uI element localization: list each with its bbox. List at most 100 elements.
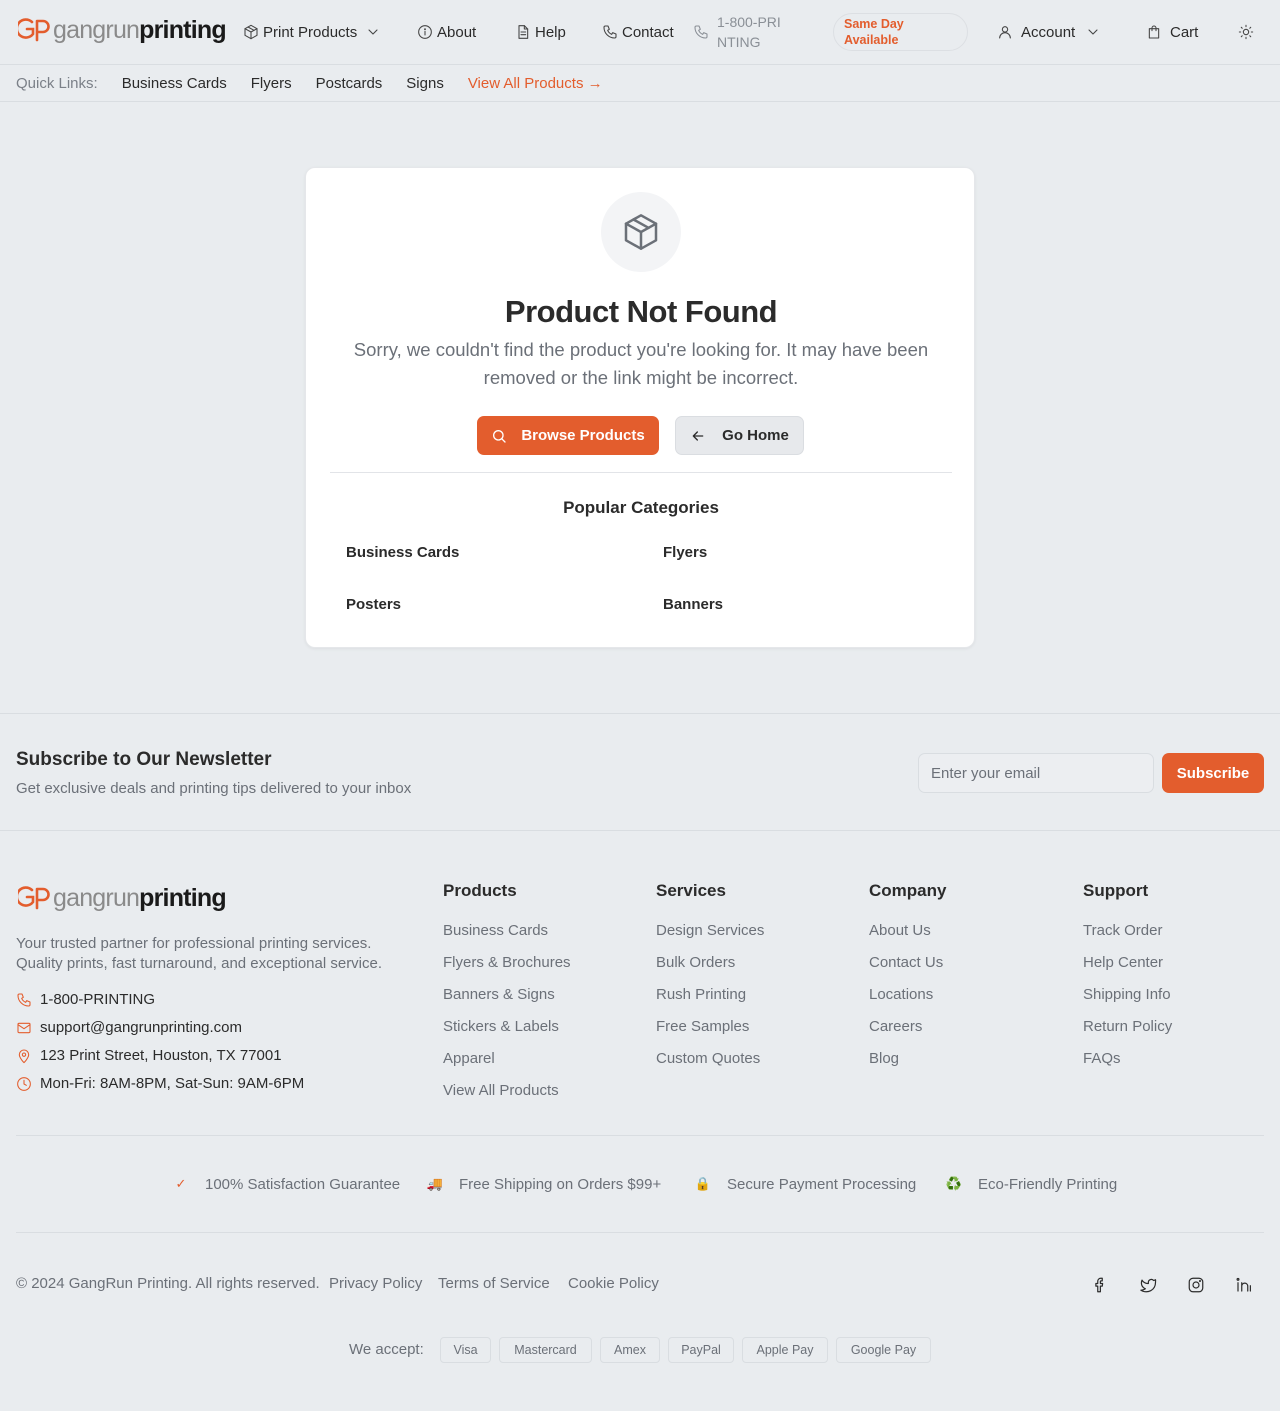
sun-icon: [1238, 24, 1254, 40]
footer-contact-phone[interactable]: 1-800-PRINTING: [16, 991, 155, 1008]
browse-products-button[interactable]: Browse Products: [477, 416, 659, 455]
quick-link-flyers[interactable]: Flyers: [251, 75, 292, 92]
footer-link[interactable]: Bulk Orders: [656, 954, 735, 971]
footer-contact-email[interactable]: support@gangrunprinting.com: [16, 1019, 242, 1036]
footer-link[interactable]: Stickers & Labels: [443, 1018, 559, 1035]
quick-link-postcards[interactable]: Postcards: [316, 75, 383, 92]
footer-link[interactable]: Banners & Signs: [443, 986, 555, 1003]
nav-print-products[interactable]: Print Products: [243, 0, 381, 64]
footer-link[interactable]: Contact Us: [869, 954, 943, 971]
trust-badge-text: 100% Satisfaction Guarantee: [205, 1175, 401, 1193]
arrow-left-icon: [690, 428, 706, 444]
terms-of-service-link[interactable]: Terms of Service: [438, 1275, 550, 1292]
cookie-policy-link[interactable]: Cookie Policy: [568, 1275, 659, 1292]
package-icon: [621, 212, 661, 252]
nav-cart[interactable]: Cart: [1146, 0, 1198, 64]
subscribe-button[interactable]: Subscribe: [1162, 753, 1264, 793]
payment-paypal-badge: PayPal: [668, 1337, 734, 1363]
footer-link[interactable]: Return Policy: [1083, 1018, 1172, 1035]
footer-link[interactable]: Careers: [869, 1018, 922, 1035]
footer-link[interactable]: FAQs: [1083, 1050, 1121, 1067]
nav-contact-label: Contact: [622, 23, 674, 41]
logo-mark-icon: [18, 884, 52, 912]
footer-link[interactable]: Design Services: [656, 922, 764, 939]
trust-badge-text: Eco-Friendly Printing: [978, 1175, 1118, 1193]
truck-icon: 🚚: [426, 1176, 444, 1191]
shopping-bag-icon: [1146, 24, 1162, 40]
search-icon: [491, 428, 507, 444]
nav-help-label: Help: [535, 23, 566, 41]
site-logo[interactable]: gangrunprinting: [18, 16, 227, 44]
category-posters[interactable]: Posters: [346, 596, 401, 613]
nav-account-label: Account: [1021, 23, 1076, 41]
nav-contact[interactable]: Contact: [602, 0, 674, 64]
header-phone[interactable]: 1-800-PRINTING: [693, 12, 803, 52]
footer-link[interactable]: About Us: [869, 922, 931, 939]
facebook-icon[interactable]: [1091, 1276, 1109, 1294]
theme-toggle-button[interactable]: [1238, 0, 1258, 64]
footer-col-products-title: Products: [443, 881, 517, 900]
privacy-policy-link[interactable]: Privacy Policy: [329, 1275, 422, 1292]
footer-contact-address: 123 Print Street, Houston, TX 77001: [16, 1047, 282, 1064]
trust-badge-text: Secure Payment Processing: [727, 1175, 917, 1193]
category-business-cards[interactable]: Business Cards: [346, 544, 459, 561]
nav-about-label: About: [437, 23, 477, 41]
site-header: gangrunprinting Print Products About Hel…: [0, 0, 1280, 65]
popular-categories-title: Popular Categories: [563, 498, 719, 517]
trust-badge-secure: 🔒 Secure Payment Processing: [693, 1174, 916, 1194]
footer-link[interactable]: Free Samples: [656, 1018, 749, 1035]
nav-about[interactable]: About: [417, 0, 476, 64]
recycle-icon: ♻️: [945, 1176, 963, 1191]
trust-badge-eco: ♻️ Eco-Friendly Printing: [944, 1174, 1117, 1194]
footer-link[interactable]: Business Cards: [443, 922, 548, 939]
footer-logo[interactable]: gangrunprinting: [18, 884, 227, 912]
newsletter-email-input[interactable]: [918, 753, 1154, 793]
footer-link[interactable]: View All Products: [443, 1082, 559, 1099]
trust-badge-satisfaction: ✓ 100% Satisfaction Guarantee: [171, 1174, 401, 1194]
logo-mark-icon: [18, 16, 52, 44]
footer-link[interactable]: Blog: [869, 1050, 899, 1067]
copyright-text: © 2024 GangRun Printing. All rights rese…: [16, 1275, 320, 1292]
category-flyers[interactable]: Flyers: [663, 544, 707, 561]
footer-link[interactable]: Help Center: [1083, 954, 1163, 971]
footer-link[interactable]: Track Order: [1083, 922, 1162, 939]
go-home-label: Go Home: [722, 427, 789, 444]
go-home-button[interactable]: Go Home: [675, 416, 804, 455]
linkedin-icon[interactable]: [1235, 1276, 1253, 1294]
category-banners[interactable]: Banners: [663, 596, 723, 613]
nav-account[interactable]: Account: [997, 0, 1101, 64]
same-day-badge: Same Day Available: [833, 13, 968, 51]
not-found-card: Product Not Found Sorry, we couldn't fin…: [305, 167, 975, 648]
footer-divider: [16, 1135, 1264, 1136]
user-icon: [997, 24, 1013, 40]
footer-address-text: 123 Print Street, Houston, TX 77001: [40, 1047, 282, 1064]
quick-link-business-cards[interactable]: Business Cards: [122, 75, 227, 92]
quick-links-label: Quick Links:: [16, 74, 98, 92]
footer-link[interactable]: Locations: [869, 986, 933, 1003]
instagram-icon[interactable]: [1187, 1276, 1205, 1294]
package-icon: [243, 24, 259, 40]
payment-apple-pay-badge: Apple Pay: [742, 1337, 828, 1363]
payment-mastercard-badge: Mastercard: [499, 1337, 592, 1363]
twitter-icon[interactable]: [1139, 1276, 1157, 1294]
browse-products-label: Browse Products: [521, 427, 645, 444]
check-icon: ✓: [175, 1176, 187, 1191]
footer-description: Your trusted partner for professional pr…: [16, 935, 383, 972]
quick-links-bar: Quick Links: Business Cards Flyers Postc…: [0, 65, 1280, 102]
quick-link-view-all[interactable]: View All Products →: [468, 75, 603, 92]
footer-email-text: support@gangrunprinting.com: [40, 1019, 243, 1036]
footer-link[interactable]: Flyers & Brochures: [443, 954, 571, 971]
quick-link-signs[interactable]: Signs: [406, 75, 444, 92]
footer-link[interactable]: Apparel: [443, 1050, 495, 1067]
newsletter-subtitle: Get exclusive deals and printing tips de…: [16, 780, 412, 797]
logo-wordmark: gangrunprinting: [53, 17, 227, 43]
footer-link[interactable]: Shipping Info: [1083, 986, 1171, 1003]
footer-link[interactable]: Rush Printing: [656, 986, 746, 1003]
footer-contact-hours: Mon-Fri: 8AM-8PM, Sat-Sun: 9AM-6PM: [16, 1075, 304, 1092]
footer-phone-text: 1-800-PRINTING: [40, 991, 156, 1008]
newsletter-section: Subscribe to Our Newsletter Get exclusiv…: [0, 713, 1280, 831]
lock-icon: 🔒: [694, 1176, 712, 1191]
nav-help[interactable]: Help: [515, 0, 566, 64]
footer-link[interactable]: Custom Quotes: [656, 1050, 760, 1067]
nav-print-products-label: Print Products: [263, 23, 358, 41]
